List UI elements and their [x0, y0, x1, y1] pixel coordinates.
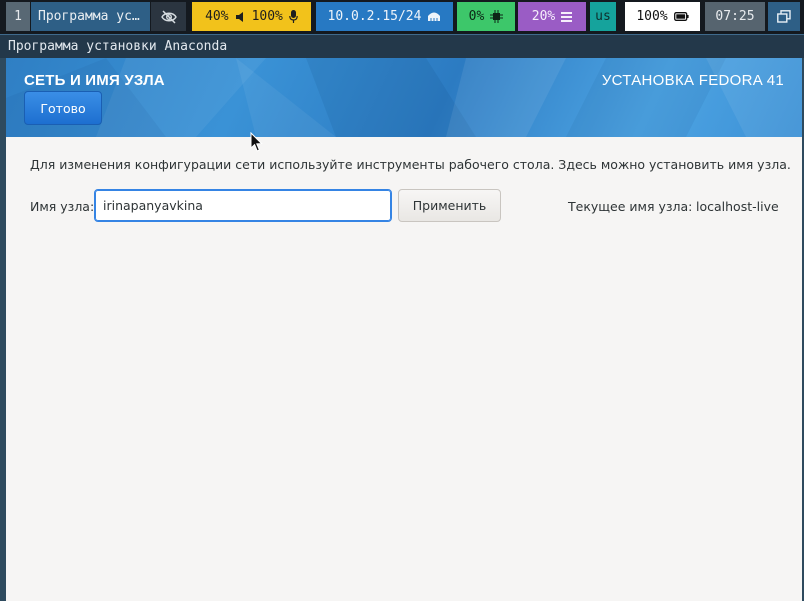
product-title: УСТАНОВКА FEDORA 41: [601, 72, 784, 89]
spoke-title: СЕТЬ И ИМЯ УЗЛА: [24, 72, 165, 89]
window-title-text: Программа установки Anaconda: [8, 39, 228, 54]
current-hostname-value: localhost-live: [696, 199, 779, 214]
cpu-chip-icon: [490, 10, 504, 23]
microphone-icon: [289, 10, 298, 23]
ethernet-icon: [427, 11, 441, 22]
status-bar: 1 Программа ус… 40% 100% 10.0.2.15/24 0%…: [0, 0, 804, 34]
battery-value: 100%: [636, 9, 668, 24]
memory-module[interactable]: 20%: [518, 2, 586, 31]
speaker-icon: [235, 11, 247, 23]
memory-bars-icon: [561, 11, 573, 22]
window-titlebar[interactable]: Программа установки Anaconda: [0, 34, 804, 58]
eye-slash-icon[interactable]: [151, 2, 186, 31]
network-module[interactable]: 10.0.2.15/24: [316, 2, 453, 31]
memory-value: 20%: [531, 9, 556, 24]
anaconda-window: СЕТЬ И ИМЯ УЗЛА УСТАНОВКА FEDORA 41 Гото…: [6, 58, 802, 601]
clock[interactable]: 07:25: [705, 2, 765, 31]
battery-module[interactable]: 100%: [625, 2, 700, 31]
window-layout-icon[interactable]: [768, 2, 800, 31]
header-pattern: [6, 58, 802, 137]
workspace-number: 1: [14, 9, 22, 24]
keyboard-layout-label: us: [595, 9, 611, 24]
workspace-indicator[interactable]: 1: [6, 2, 30, 31]
hostname-label: Имя узла:: [30, 199, 95, 214]
apply-button[interactable]: Применить: [398, 189, 501, 222]
clock-time: 07:25: [715, 9, 755, 24]
mouse-pointer-icon: [250, 131, 263, 157]
cpu-value: 0%: [468, 9, 485, 24]
volume-value: 100%: [251, 9, 283, 24]
ip-address: 10.0.2.15/24: [327, 9, 422, 24]
audio-module[interactable]: 40% 100%: [192, 2, 311, 31]
current-hostname-label: Текущее имя узла:: [568, 199, 693, 214]
brightness-value: 40%: [205, 9, 229, 24]
battery-icon: [673, 12, 689, 21]
focused-window-title[interactable]: Программа ус…: [31, 2, 150, 31]
focused-window-label: Программа ус…: [38, 9, 140, 24]
keyboard-layout[interactable]: us: [590, 2, 616, 31]
hostname-input[interactable]: [94, 189, 392, 222]
spoke-header: СЕТЬ И ИМЯ УЗЛА УСТАНОВКА FEDORA 41 Гото…: [6, 58, 802, 137]
done-button[interactable]: Готово: [24, 91, 102, 125]
network-info-text: Для изменения конфигурации сети использу…: [30, 157, 791, 172]
cpu-module[interactable]: 0%: [457, 2, 515, 31]
